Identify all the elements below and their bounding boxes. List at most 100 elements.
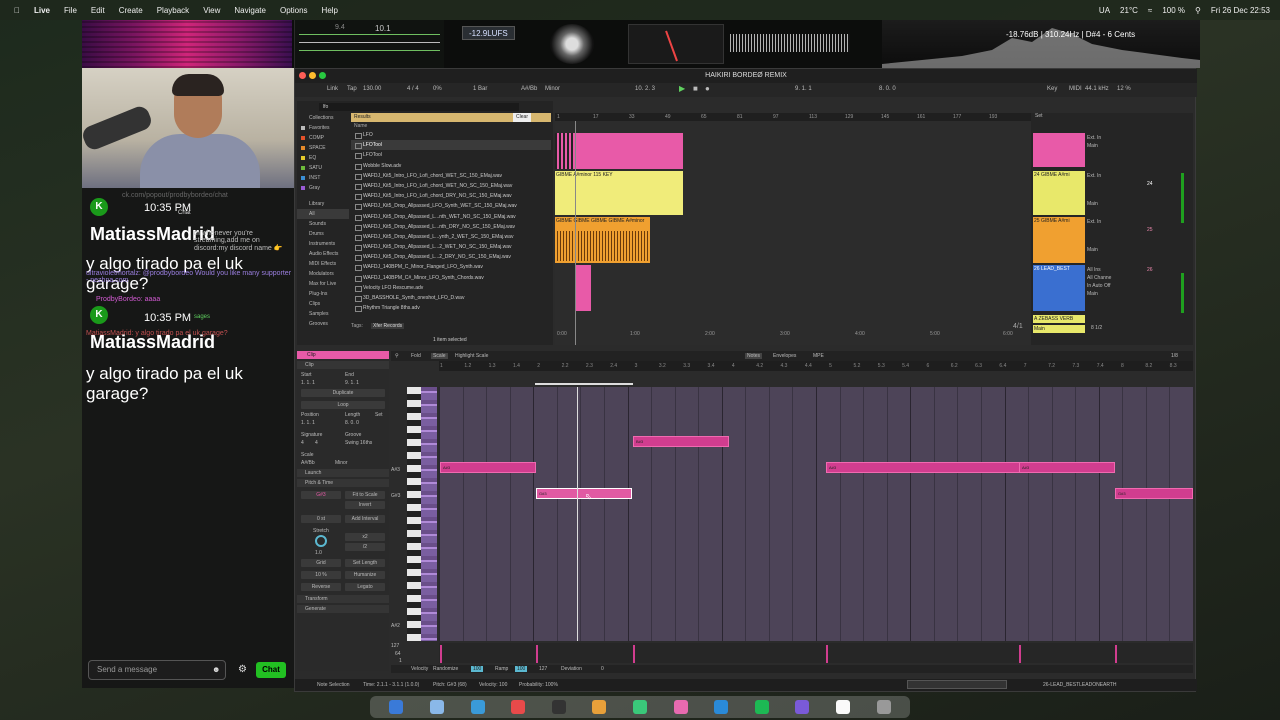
transpose-field[interactable]: 0 st xyxy=(301,515,341,523)
clear-button[interactable]: Clear xyxy=(513,113,531,122)
tag-chip[interactable]: Xfer Records xyxy=(371,323,405,329)
launch-section[interactable]: Launch xyxy=(297,469,389,477)
scale-button[interactable]: Scale xyxy=(431,353,448,359)
return-track[interactable]: A ZEBASS VERB xyxy=(1033,315,1085,323)
fold-button[interactable]: Fold xyxy=(411,353,421,359)
lang-indicator[interactable]: UA xyxy=(1099,6,1110,15)
arrangement-view[interactable]: GIBME A#minor 115 KEY GIBME GIBME GIBME … xyxy=(555,113,1031,345)
play-icon[interactable]: ▶ xyxy=(679,84,685,93)
deviation-label[interactable]: Deviation xyxy=(561,666,582,672)
note-grid[interactable]: A#3 G#3 B#3 A#3 A#3 G#3 ⬁ xyxy=(439,383,1193,641)
result-item[interactable]: WAFDJ_Kit5_Intro_LFO_Lofi_chord_WET_NO_S… xyxy=(351,181,551,191)
end-value[interactable]: 9. 1. 1 xyxy=(345,379,359,387)
menu-options[interactable]: Options xyxy=(280,6,308,15)
lightroom-icon[interactable] xyxy=(714,700,729,714)
midi-note[interactable]: A#3 xyxy=(1019,462,1115,473)
collection-item[interactable]: INST xyxy=(297,173,349,183)
midi-note[interactable]: A#3 xyxy=(440,462,536,473)
result-item[interactable]: WAFDJ_Kit5_Drop_Allpassed_L...ynth_2_WET… xyxy=(351,232,551,242)
menu-help[interactable]: Help xyxy=(322,6,338,15)
grid-zoom[interactable]: 1/8 xyxy=(1171,353,1178,359)
launchpad-icon[interactable] xyxy=(429,700,444,714)
arrangement-clip[interactable] xyxy=(575,265,591,311)
halve-button[interactable]: /2 xyxy=(345,543,385,551)
tab-notes[interactable]: Notes xyxy=(745,353,763,359)
menu-app[interactable]: Live xyxy=(34,6,50,15)
result-item[interactable]: WAFDJ_Kit5_Drop_Allpassed_L...nth_DRY_NO… xyxy=(351,222,551,232)
midi-note-selected[interactable]: G#3 xyxy=(536,488,632,499)
minimize-icon[interactable] xyxy=(309,72,316,79)
track-route[interactable]: Main xyxy=(1087,247,1187,255)
midi-note[interactable]: B#3 xyxy=(633,436,729,447)
chrome-icon[interactable] xyxy=(511,700,526,714)
note-pitch-display[interactable]: G#3 xyxy=(301,491,341,499)
key-select[interactable]: A#/Bb xyxy=(521,86,537,92)
master-track[interactable]: Main xyxy=(1033,325,1085,333)
library-item[interactable]: Clips xyxy=(297,299,349,309)
add-interval-button[interactable]: Add Interval xyxy=(345,515,385,523)
groove-amount[interactable]: 0% xyxy=(433,86,442,92)
result-item[interactable]: WAFDJ_Kit5_Drop_Allpassed_L...nth_WET_NO… xyxy=(351,212,551,222)
menu-file[interactable]: File xyxy=(64,6,77,15)
discord-icon[interactable] xyxy=(795,700,810,714)
track-input[interactable]: Ext. In xyxy=(1087,219,1187,227)
library-item[interactable]: Drums xyxy=(297,229,349,239)
library-item[interactable]: Plug-Ins xyxy=(297,289,349,299)
result-item[interactable]: WAFDJ_Kit5_Drop_Allpassed_L...2_DRY_NO_S… xyxy=(351,252,551,262)
track-header[interactable]: 26 LEAD_BEST xyxy=(1033,265,1085,311)
stop-icon[interactable]: ■ xyxy=(693,84,698,93)
fit-to-scale-button[interactable]: Fit to Scale xyxy=(345,491,385,499)
double-button[interactable]: x2 xyxy=(345,533,385,541)
velocity-lane[interactable] xyxy=(439,643,1193,663)
midi-map-button[interactable]: MIDI xyxy=(1069,86,1082,92)
tap-button[interactable]: Tap xyxy=(347,86,357,92)
result-item[interactable]: WAFDJ_Kit5_Intro_LFO_Lofi_chord_WET_SC_1… xyxy=(351,171,551,181)
duplicate-button[interactable]: Duplicate xyxy=(301,389,385,397)
song-position[interactable]: 10. 2. 3 xyxy=(635,86,655,92)
library-item[interactable]: All xyxy=(297,209,349,219)
clip-section[interactable]: Clip xyxy=(297,361,389,369)
browser-search[interactable]: lfo xyxy=(319,103,519,111)
track-input[interactable]: Ext. In xyxy=(1087,173,1187,181)
library-item[interactable]: MIDI Effects xyxy=(297,259,349,269)
spotify-icon[interactable] xyxy=(754,700,769,714)
search-icon[interactable]: ⚲ xyxy=(395,353,399,359)
result-item[interactable]: WAFDJ_140BPM_C_Minor_Flanged_LFO_Synth.w… xyxy=(351,262,551,272)
close-icon[interactable] xyxy=(299,72,306,79)
track-header[interactable]: 25 GIBME A#mi xyxy=(1033,217,1085,263)
randomize-value[interactable]: 100 xyxy=(471,666,484,672)
track-header[interactable]: 24 GIBME A#mi xyxy=(1033,171,1085,215)
position-value[interactable]: 1. 1. 1 xyxy=(301,420,315,426)
result-item[interactable]: 3D_BASSHOLE_Synth_oneshot_LFO_D.wav xyxy=(351,293,551,303)
chat-send-button[interactable]: Chat xyxy=(256,662,286,678)
track-route[interactable]: Main xyxy=(1087,201,1187,209)
result-item[interactable]: WAFDJ_140BPM_C#_Minor_LFO_Synth_Chords.w… xyxy=(351,273,551,283)
track-volume[interactable]: 26 xyxy=(1147,267,1153,273)
set-length-button[interactable]: Set Length xyxy=(345,559,385,567)
library-item[interactable]: Max for Live xyxy=(297,279,349,289)
wifi-icon[interactable]: ≈ xyxy=(1148,6,1152,15)
result-item[interactable]: WAFDJ_Kit5_Drop_Allpassed_L...2_WET_NO_S… xyxy=(351,242,551,252)
search-icon[interactable]: ⚲ xyxy=(1195,6,1201,15)
trash-icon[interactable] xyxy=(876,700,891,714)
quantize-menu[interactable]: 1 Bar xyxy=(473,86,487,92)
beat-ruler[interactable]: 1 17 33 49 65 81 97 113 129 145 161 177 … xyxy=(555,113,1031,121)
result-item[interactable]: LFOTool xyxy=(351,150,551,160)
finder-icon[interactable] xyxy=(389,700,404,714)
library-item[interactable]: Grooves xyxy=(297,319,349,329)
weather-status[interactable]: 21°C xyxy=(1120,6,1138,15)
library-item[interactable]: Modulators xyxy=(297,269,349,279)
clip-title[interactable]: Clip xyxy=(297,351,389,359)
name-column-header[interactable]: Name xyxy=(351,122,551,130)
result-item[interactable]: Wobble Slow.adv xyxy=(351,161,551,171)
midi-note[interactable]: G#3 xyxy=(1115,488,1193,499)
legato-button[interactable]: Legato xyxy=(345,583,385,591)
result-item[interactable]: Rhythm Triangle 8ths.adv xyxy=(351,303,551,313)
deviation-value[interactable]: 0 xyxy=(601,666,604,672)
record-icon[interactable]: ● xyxy=(705,84,710,93)
time-signature[interactable]: 4 / 4 xyxy=(407,86,419,92)
collection-item[interactable]: Favorites xyxy=(297,123,349,133)
track-input[interactable]: All Ins xyxy=(1087,267,1187,275)
set-button[interactable]: Set xyxy=(375,411,383,419)
library-item[interactable]: Samples xyxy=(297,309,349,319)
